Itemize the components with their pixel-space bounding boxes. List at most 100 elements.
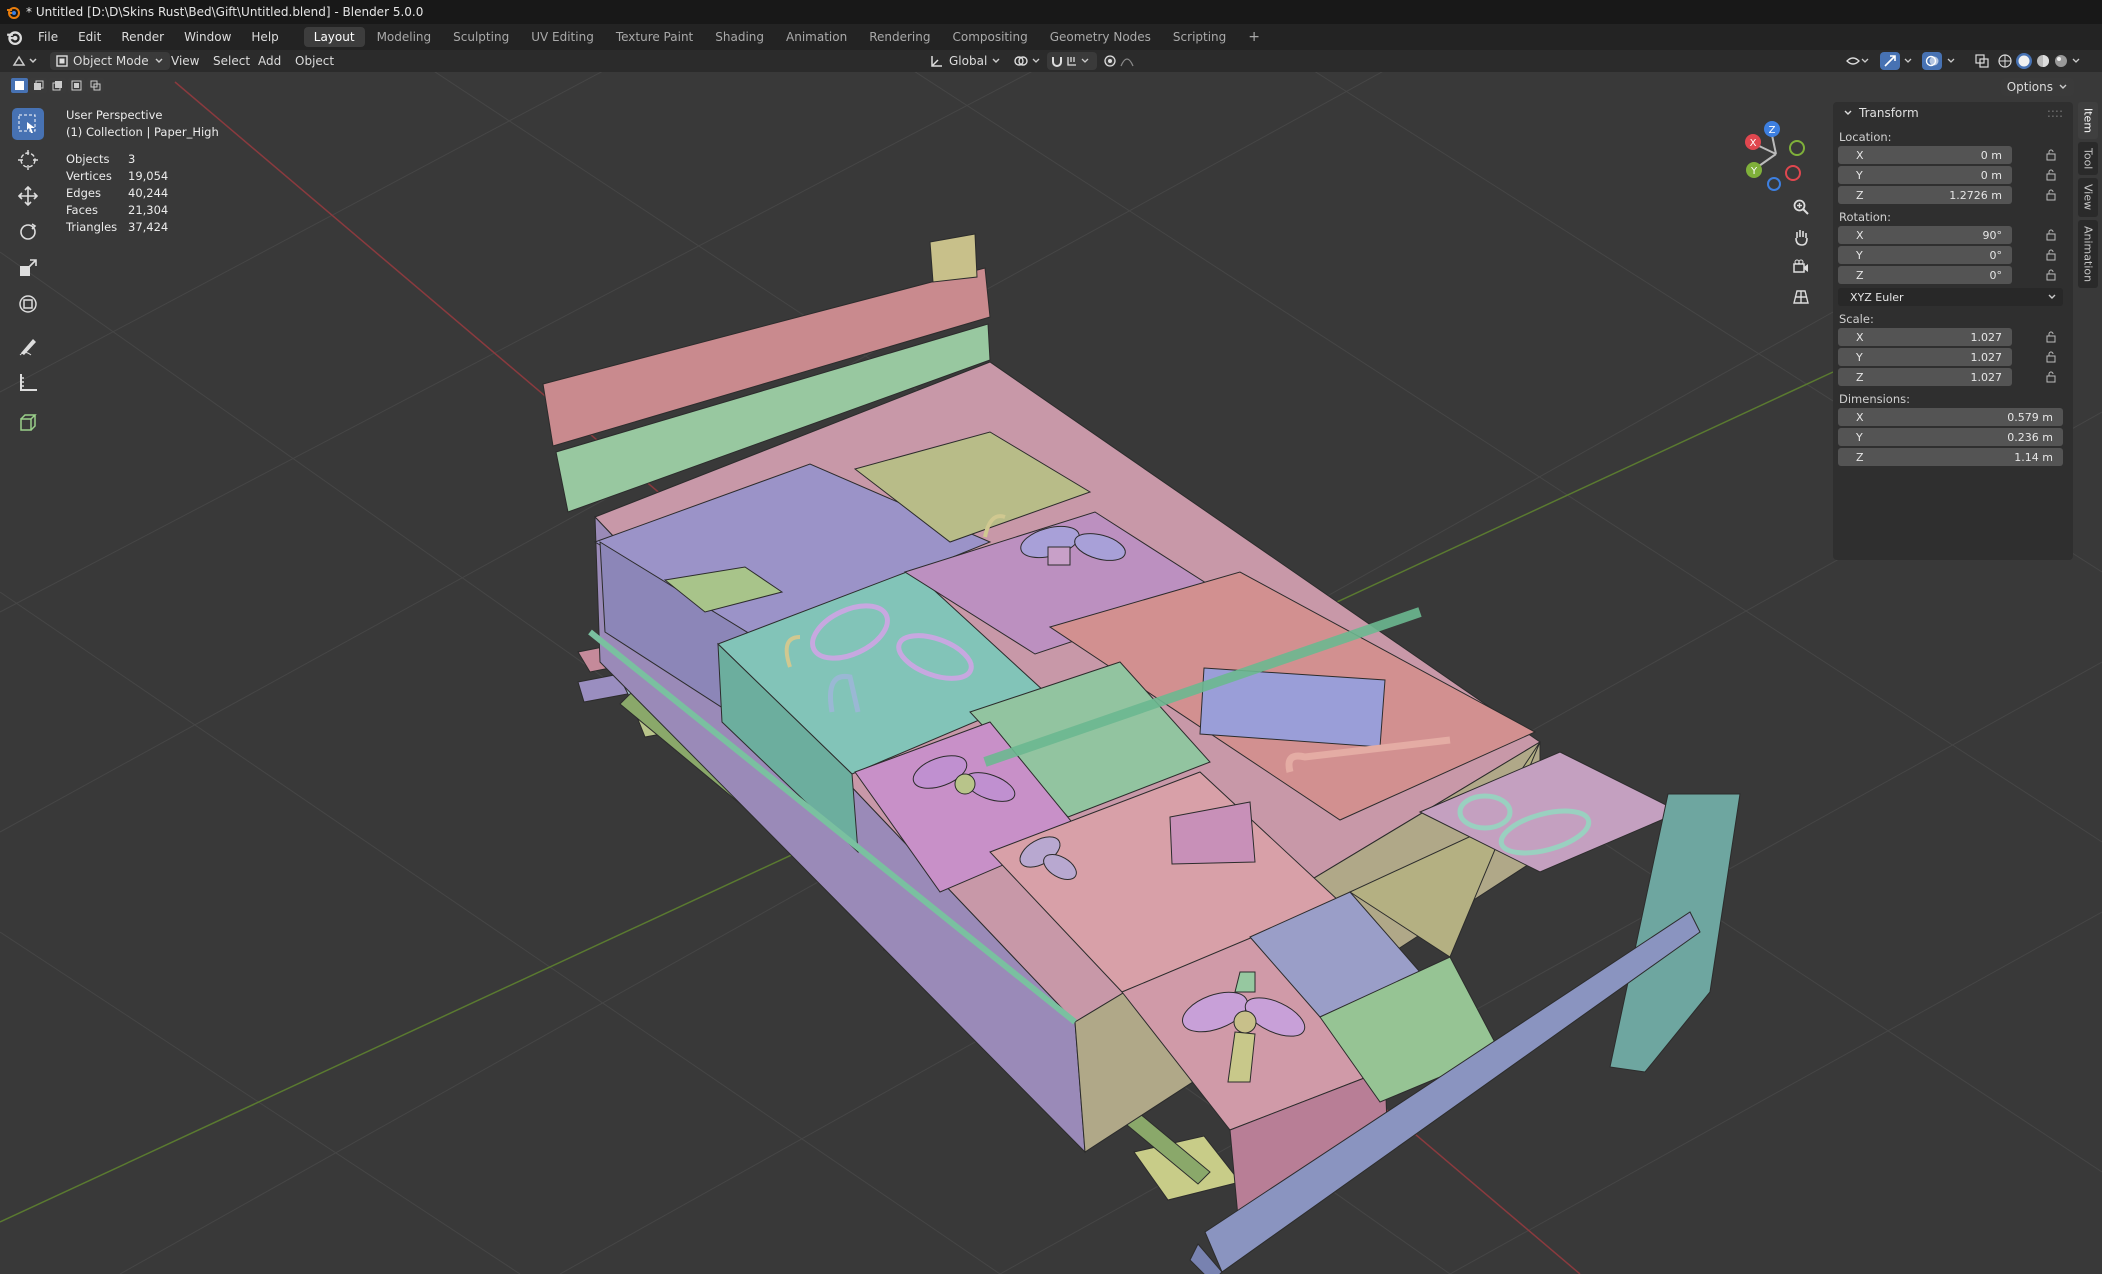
move-tool[interactable] xyxy=(12,180,44,212)
orientation-dropdown[interactable]: Global xyxy=(930,52,1001,70)
chevron-down-icon[interactable] xyxy=(2071,54,2081,68)
scene-render[interactable] xyxy=(0,72,2102,1274)
perspective-toggle-button[interactable] xyxy=(1788,284,1814,310)
view-menu[interactable]: View xyxy=(171,52,199,70)
scale-tool[interactable] xyxy=(12,252,44,284)
wireframe-shading-icon[interactable] xyxy=(1997,53,2013,69)
unlock-icon[interactable] xyxy=(2045,149,2057,161)
tab-view[interactable]: View xyxy=(2078,178,2098,217)
tab-shading[interactable]: Shading xyxy=(705,27,774,47)
select-extend-button[interactable] xyxy=(30,78,47,93)
select-subtract-button[interactable] xyxy=(49,78,66,93)
zoom-icon xyxy=(1793,199,1809,215)
tab-compositing[interactable]: Compositing xyxy=(942,27,1037,47)
orientation-icon xyxy=(931,56,942,67)
camera-view-button[interactable] xyxy=(1788,254,1814,280)
rotate-tool[interactable] xyxy=(12,216,44,248)
unlock-icon[interactable] xyxy=(2045,229,2057,241)
annotate-tool[interactable] xyxy=(12,330,44,362)
rotation-x-field[interactable]: X 90° xyxy=(1838,226,2056,244)
add-workspace-button[interactable]: + xyxy=(1238,26,1270,48)
rotation-z-field[interactable]: Z 0° xyxy=(1838,266,2056,284)
tab-animation[interactable]: Animation xyxy=(776,27,857,47)
chevron-down-icon[interactable] xyxy=(1946,52,1956,70)
add-menu[interactable]: Add xyxy=(258,52,281,70)
axis-label: Y xyxy=(1856,248,1863,262)
tab-geometry-nodes[interactable]: Geometry Nodes xyxy=(1040,27,1161,47)
pan-button[interactable] xyxy=(1788,224,1814,250)
field-value: 1.027 xyxy=(1970,370,2003,384)
rotation-y-field[interactable]: Y 0° xyxy=(1838,246,2056,264)
unlock-icon[interactable] xyxy=(2045,331,2057,343)
gizmo-x-label: X xyxy=(1750,138,1757,149)
stat-label: Triangles xyxy=(66,220,118,234)
chevron-down-icon[interactable] xyxy=(1903,52,1913,70)
menu-window[interactable]: Window xyxy=(174,30,241,44)
menu-render[interactable]: Render xyxy=(111,30,174,44)
tab-tool[interactable]: Tool xyxy=(2078,142,2098,176)
mode-dropdown[interactable]: Object Mode xyxy=(50,52,170,70)
panel-drag-handle[interactable]: :::: xyxy=(2047,106,2063,120)
tab-modeling[interactable]: Modeling xyxy=(367,27,442,47)
tab-scripting[interactable]: Scripting xyxy=(1163,27,1236,47)
location-x-field[interactable]: X 0 m xyxy=(1838,146,2056,164)
scale-z-field[interactable]: Z 1.027 xyxy=(1838,368,2056,386)
tab-layout[interactable]: Layout xyxy=(303,27,365,47)
shading-modes[interactable] xyxy=(1997,52,2081,70)
measure-tool[interactable] xyxy=(12,366,44,398)
menu-edit[interactable]: Edit xyxy=(68,30,111,44)
tab-rendering[interactable]: Rendering xyxy=(859,27,940,47)
tab-texture-paint[interactable]: Texture Paint xyxy=(606,27,703,47)
scale-y-field[interactable]: Y 1.027 xyxy=(1838,348,2056,366)
unlock-icon[interactable] xyxy=(2045,371,2057,383)
zoom-button[interactable] xyxy=(1788,194,1814,220)
xray-toggle[interactable] xyxy=(1975,52,1989,70)
dimensions-z-field[interactable]: Z 1.14 m xyxy=(1838,448,2063,466)
navigation-gizmo[interactable]: Z X Y xyxy=(1740,112,1830,192)
transform-tool[interactable] xyxy=(12,288,44,320)
gizmo-toggle[interactable] xyxy=(1880,52,1900,70)
tab-sculpting[interactable]: Sculpting xyxy=(443,27,519,47)
unlock-icon[interactable] xyxy=(2045,249,2057,261)
solid-shading-icon[interactable] xyxy=(2015,52,2033,70)
select-menu[interactable]: Select xyxy=(213,52,250,70)
select-new-button[interactable] xyxy=(11,78,28,93)
select-invert-button[interactable] xyxy=(68,78,85,93)
scale-icon xyxy=(20,259,37,276)
rendered-shading-icon[interactable] xyxy=(2053,53,2069,69)
select-intersect-button[interactable] xyxy=(87,78,104,93)
unlock-icon[interactable] xyxy=(2045,269,2057,281)
pivot-point-button[interactable] xyxy=(1013,52,1043,70)
add-cube-tool[interactable] xyxy=(12,406,44,438)
axis-label: X xyxy=(1856,228,1864,242)
tab-uv-editing[interactable]: UV Editing xyxy=(521,27,604,47)
unlock-icon[interactable] xyxy=(2045,189,2057,201)
options-dropdown[interactable]: Options xyxy=(2000,78,2074,96)
menu-file[interactable]: File xyxy=(28,30,68,44)
dimensions-x-field[interactable]: X 0.579 m xyxy=(1838,408,2063,426)
dimensions-y-field[interactable]: Y 0.236 m xyxy=(1838,428,2063,446)
object-menu[interactable]: Object xyxy=(295,52,334,70)
stat-value: 21,304 xyxy=(128,203,169,217)
proportional-edit-button[interactable] xyxy=(1103,52,1143,70)
unlock-icon[interactable] xyxy=(2045,169,2057,181)
tab-animation[interactable]: Animation xyxy=(2078,219,2098,288)
visibility-button[interactable] xyxy=(1845,52,1871,70)
menu-help[interactable]: Help xyxy=(241,30,288,44)
blender-menu-icon[interactable] xyxy=(6,29,22,45)
snap-toggle[interactable] xyxy=(1047,52,1097,70)
stat-label: Edges xyxy=(66,186,101,200)
unlock-icon[interactable] xyxy=(2045,351,2057,363)
location-z-field[interactable]: Z 1.2726 m xyxy=(1838,186,2056,204)
3d-viewport[interactable]: User Perspective (1) Collection | Paper_… xyxy=(0,72,2102,1274)
transform-panel-header[interactable]: Transform :::: xyxy=(1833,102,2073,124)
cursor-tool[interactable] xyxy=(12,144,44,176)
select-box-tool[interactable] xyxy=(12,108,44,140)
location-y-field[interactable]: Y 0 m xyxy=(1838,166,2056,184)
tab-item[interactable]: Item xyxy=(2078,102,2098,140)
scale-x-field[interactable]: X 1.027 xyxy=(1838,328,2056,346)
editor-type-button[interactable] xyxy=(12,52,40,70)
overlays-toggle[interactable] xyxy=(1922,52,1942,70)
material-shading-icon[interactable] xyxy=(2035,53,2051,69)
rotation-mode-dropdown[interactable]: XYZ Euler xyxy=(1838,288,2063,306)
